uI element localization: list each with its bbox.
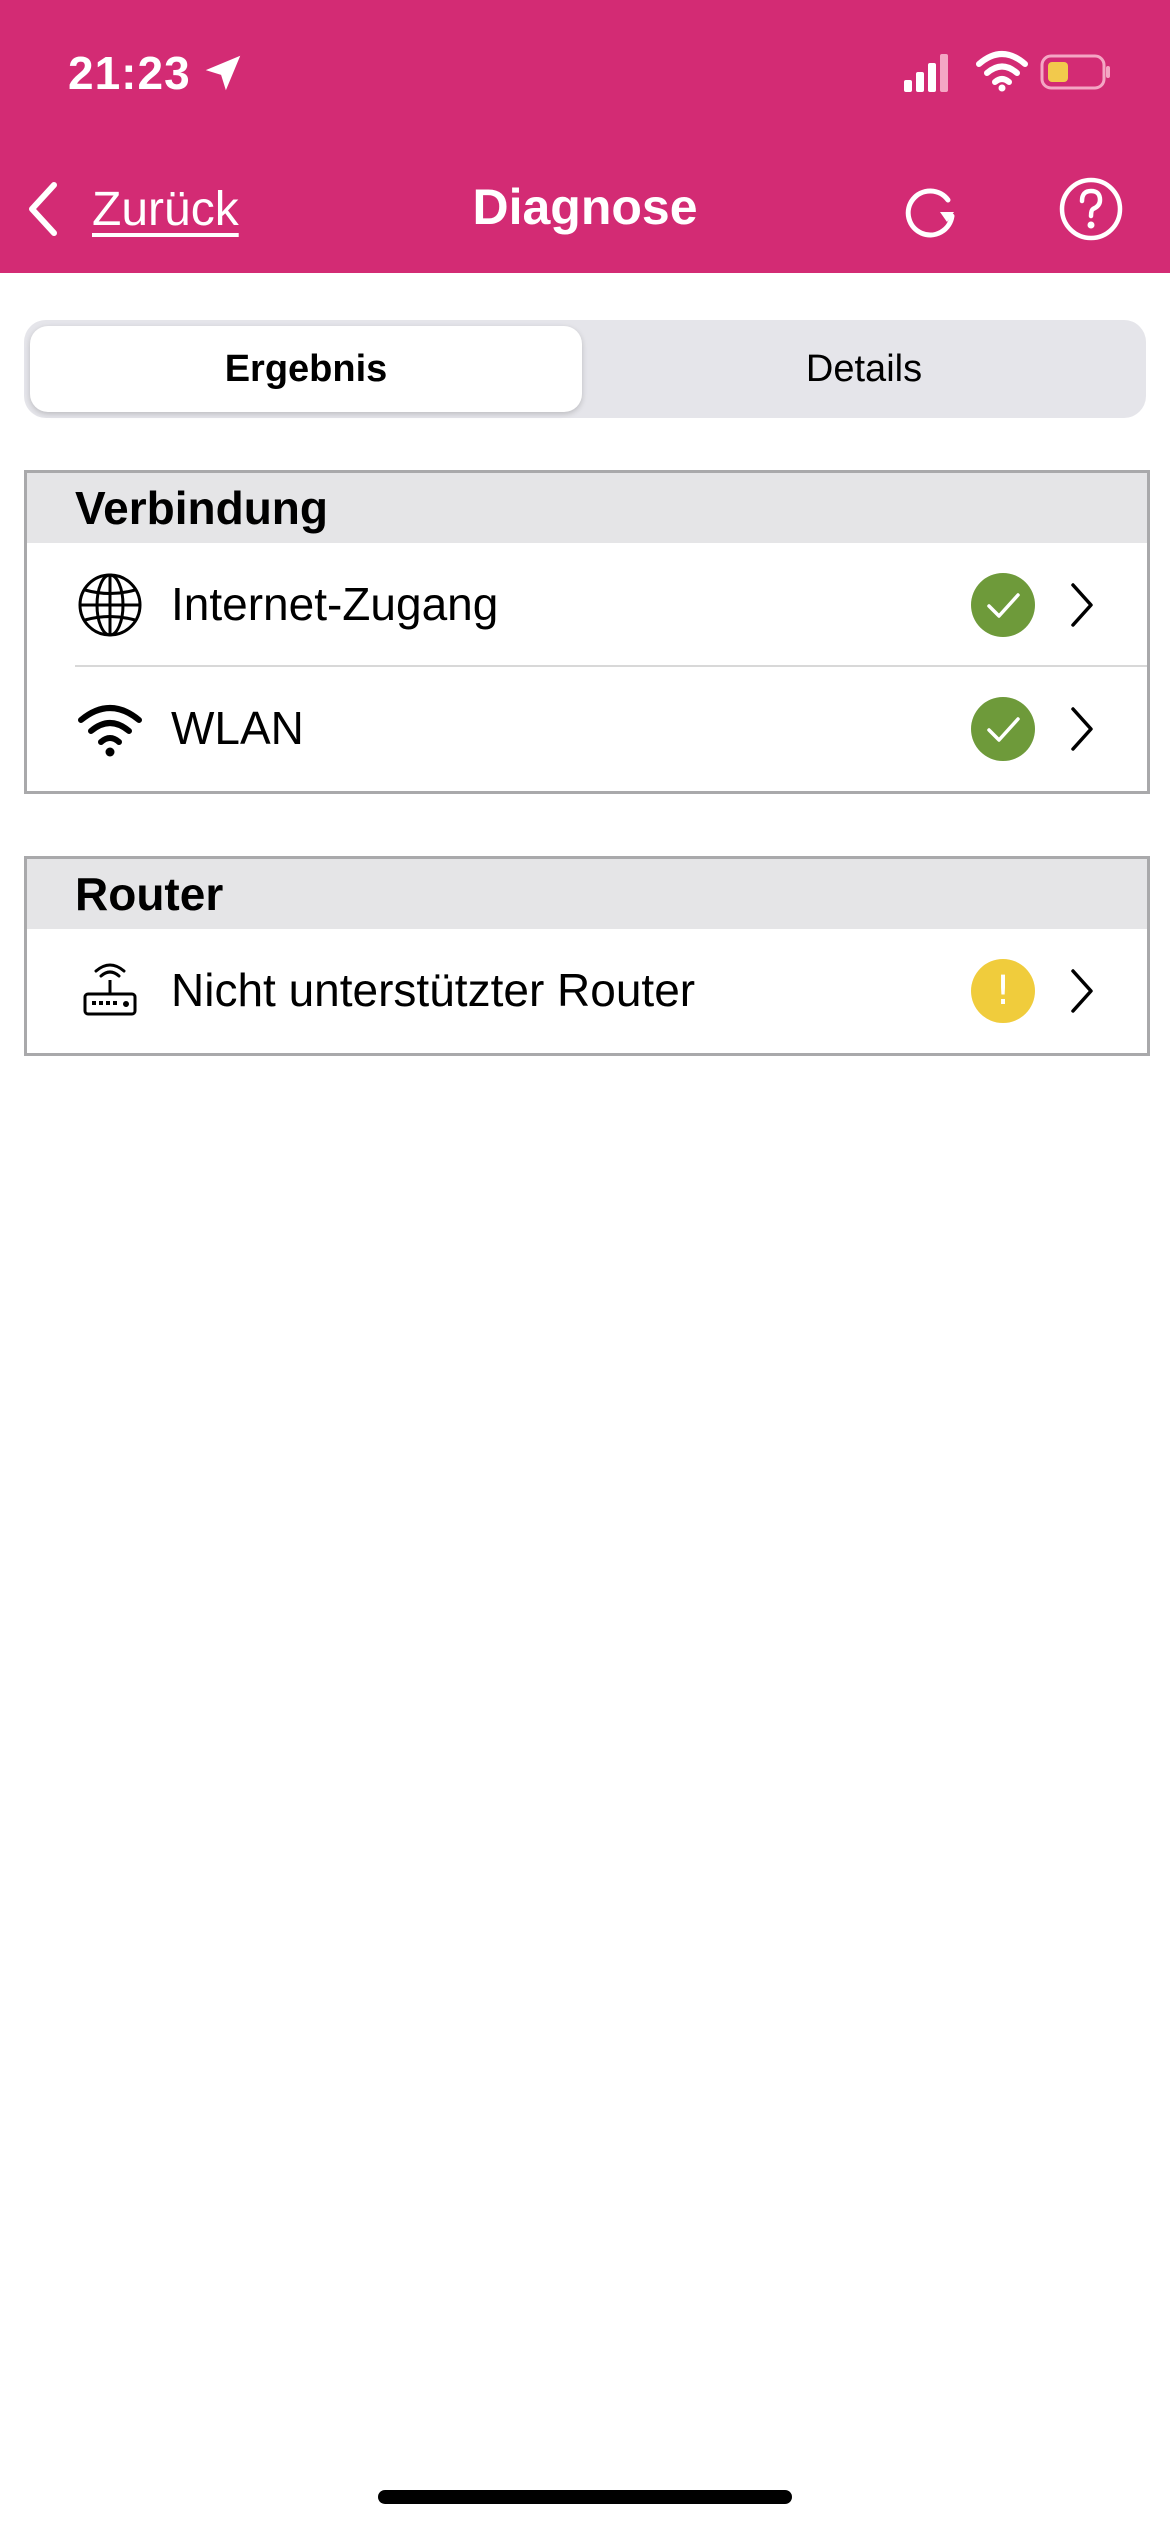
checkmark-icon — [987, 593, 1020, 618]
chevron-right-icon — [1071, 583, 1093, 627]
section-router: Router Nicht unterstützter Router ! — [24, 856, 1150, 1056]
tab-ergebnis[interactable]: Ergebnis — [30, 326, 582, 412]
status-ok-badge — [971, 697, 1035, 761]
help-icon[interactable] — [1058, 176, 1124, 242]
row-label: Internet-Zugang — [171, 578, 499, 630]
list-item-router[interactable]: Nicht unterstützter Router ! — [27, 929, 1147, 1053]
segmented-control: Ergebnis Details — [24, 320, 1146, 418]
back-label[interactable]: Zurück — [92, 182, 239, 237]
list-item-wlan[interactable]: WLAN — [27, 667, 1147, 791]
status-time: 21:23 — [68, 47, 191, 99]
section-header: Router — [27, 859, 1147, 929]
exclamation-icon: ! — [994, 968, 1012, 1014]
refresh-icon[interactable] — [896, 176, 966, 246]
status-warning-badge: ! — [971, 959, 1035, 1023]
top-bar: 21:23 Zurück Diagnose — [0, 0, 1170, 273]
section-header: Verbindung — [27, 473, 1147, 543]
list-item-internet-zugang[interactable]: Internet-Zugang — [27, 543, 1147, 667]
status-ok-badge — [971, 573, 1035, 637]
cellular-signal-icon — [904, 54, 948, 92]
section-verbindung: Verbindung Internet-Zugang WLAN — [24, 470, 1150, 794]
tab-details[interactable]: Details — [588, 326, 1140, 412]
globe-icon — [78, 573, 142, 637]
location-arrow-icon — [205, 55, 241, 91]
chevron-right-icon — [1071, 707, 1093, 751]
checkmark-icon — [987, 717, 1020, 742]
chevron-left-icon — [29, 182, 57, 236]
battery-icon — [1040, 54, 1110, 90]
wifi-icon — [976, 51, 1028, 92]
home-indicator[interactable] — [378, 2490, 792, 2504]
wifi-icon — [78, 705, 142, 757]
router-icon — [83, 963, 137, 1016]
row-label: Nicht unterstützter Router — [171, 964, 696, 1016]
chevron-right-icon — [1071, 969, 1093, 1013]
row-label: WLAN — [171, 702, 304, 754]
back-button[interactable]: Zurück — [24, 174, 239, 244]
